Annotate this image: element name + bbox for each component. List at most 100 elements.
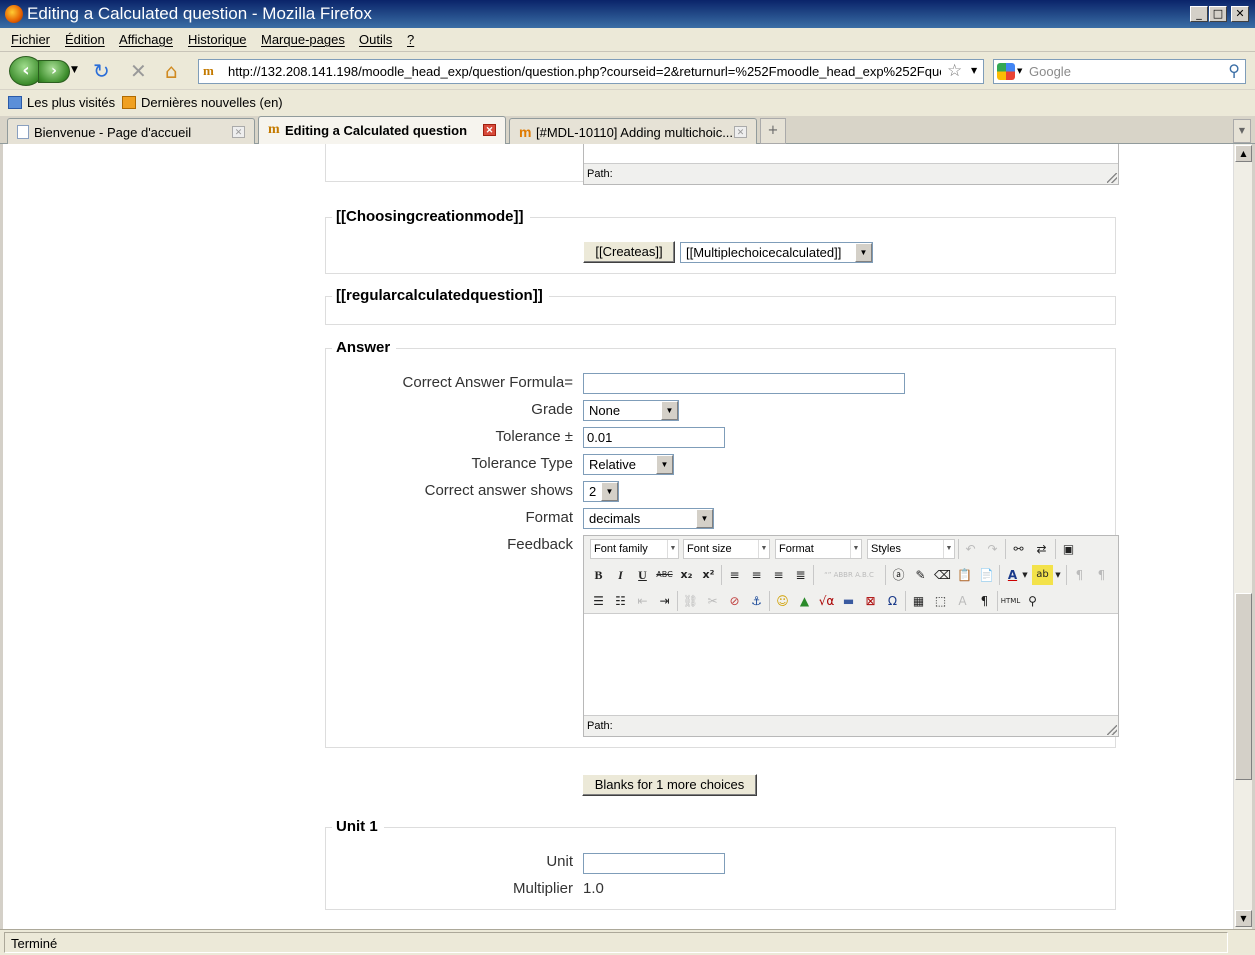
url-bar[interactable]: m http://132.208.141.198/moodle_head_exp… — [198, 59, 984, 84]
tab-close-icon[interactable]: ✕ — [232, 126, 245, 138]
chevron-down-icon[interactable]: ▼ — [601, 482, 618, 501]
html-source-icon[interactable]: HTML — [1000, 591, 1021, 611]
format-block-select[interactable]: Format ▼ — [775, 539, 862, 559]
cleanup-icon[interactable]: ✎ — [910, 565, 931, 585]
subscript-icon[interactable]: x₂ — [676, 565, 697, 585]
menu-edition[interactable]: Édition — [65, 32, 105, 47]
align-right-icon[interactable]: ≡ — [768, 565, 789, 585]
search-input[interactable]: Google — [1029, 64, 1071, 79]
create-as-button[interactable]: [[Createas]] — [583, 241, 675, 263]
url-dropdown-icon[interactable]: ▼ — [971, 66, 977, 75]
font-size-select[interactable]: Font size ▼ — [683, 539, 770, 559]
google-icon[interactable] — [997, 63, 1015, 80]
chevron-down-icon[interactable]: ▼ — [850, 540, 861, 558]
tab-list-dropdown-icon[interactable]: ▼ — [1233, 119, 1251, 143]
unit-input[interactable] — [583, 853, 725, 874]
undo-icon[interactable]: ↶ — [960, 539, 981, 559]
formula-input[interactable] — [583, 373, 905, 394]
tab-close-icon[interactable]: ✕ — [734, 126, 747, 138]
chevron-down-icon[interactable]: ▼ — [696, 509, 713, 528]
indent-icon[interactable]: ⇥ — [654, 591, 675, 611]
chevron-down-icon[interactable]: ▼ — [667, 540, 678, 558]
maximize-button[interactable]: □ — [1209, 6, 1227, 22]
paste-word-icon[interactable]: 📄 — [976, 565, 997, 585]
bookmark-star-icon[interactable]: ☆ — [947, 61, 962, 81]
menu-help[interactable]: ? — [407, 32, 414, 47]
question-type-select[interactable]: [[Multiplechoicecalculated]] ▼ — [680, 242, 873, 263]
search-icon[interactable]: ⚲ — [1228, 61, 1240, 80]
url-text[interactable]: http://132.208.141.198/moodle_head_exp/q… — [228, 64, 941, 79]
show-blocks-icon[interactable]: ¶ — [974, 591, 995, 611]
align-justify-icon[interactable]: ≣ — [790, 565, 811, 585]
history-dropdown-icon[interactable]: ▼ — [71, 65, 78, 75]
unlink-icon[interactable]: ✂ — [702, 591, 723, 611]
new-tab-icon[interactable]: + — [760, 118, 786, 144]
chevron-down-icon[interactable]: ▼ — [758, 540, 769, 558]
italic-icon[interactable]: I — [610, 565, 631, 585]
anchor-icon[interactable]: ⚓ — [746, 591, 767, 611]
menu-historique[interactable]: Historique — [188, 32, 247, 47]
image-icon[interactable]: ▲ — [794, 591, 815, 611]
horizontal-rule-icon[interactable]: ▬ — [838, 591, 859, 611]
preview-icon[interactable]: ⚲ — [1022, 591, 1043, 611]
background-color-icon[interactable]: ab — [1032, 565, 1053, 585]
bookmark-latest-news[interactable]: Dernières nouvelles (en) — [122, 95, 283, 110]
numbered-list-icon[interactable]: ☷ — [610, 591, 631, 611]
tolerance-input[interactable]: 0.01 — [583, 427, 725, 448]
underline-icon[interactable]: U — [632, 565, 653, 585]
outdent-icon[interactable]: ⇤ — [632, 591, 653, 611]
search-bar[interactable]: ▼ Google ⚲ — [993, 59, 1246, 84]
rtl-icon[interactable]: ¶ — [1091, 565, 1112, 585]
tab-bienvenue[interactable]: Bienvenue - Page d'accueil ✕ — [7, 118, 255, 144]
grade-select[interactable]: None ▼ — [583, 400, 679, 421]
scroll-up-icon[interactable]: ▲ — [1235, 145, 1252, 162]
strikethrough-icon[interactable]: ABC — [654, 565, 675, 585]
spellcheck-icon[interactable]: ⓐ — [888, 565, 909, 585]
stop-icon[interactable]: ✕ — [130, 61, 147, 81]
bold-icon[interactable]: B — [588, 565, 609, 585]
style-props-icon[interactable]: A — [952, 591, 973, 611]
vertical-scrollbar[interactable]: ▲ ▼ — [1233, 144, 1252, 929]
minimize-button[interactable]: _ — [1190, 6, 1208, 22]
reload-icon[interactable]: ↻ — [93, 61, 110, 81]
scroll-down-icon[interactable]: ▼ — [1235, 910, 1252, 927]
menu-fichier[interactable]: Fichier — [11, 32, 50, 47]
link-icon[interactable]: ⛓ — [680, 591, 701, 611]
cite-abbr-acronym-icons[interactable]: “” ABBR A.B.C — [816, 565, 882, 585]
menu-outils[interactable]: Outils — [359, 32, 392, 47]
styles-select[interactable]: Styles ▼ — [867, 539, 955, 559]
editor-resize-handle[interactable] — [1107, 173, 1117, 183]
correct-answer-shows-select[interactable]: 2 ▼ — [583, 481, 619, 502]
remove-format-icon[interactable]: ⌫ — [932, 565, 953, 585]
emoticon-icon[interactable]: ☺ — [772, 591, 793, 611]
tab-mdl-10110[interactable]: m [#MDL-10110] Adding multichoic... ✕ — [509, 118, 757, 144]
search-engine-dropdown-icon[interactable]: ▼ — [1017, 67, 1022, 75]
home-icon[interactable]: ⌂ — [165, 61, 178, 81]
paste-text-icon[interactable]: 📋 — [954, 565, 975, 585]
equation-icon[interactable]: √α — [816, 591, 837, 611]
fullscreen-icon[interactable]: ▣ — [1058, 539, 1079, 559]
menu-affichage[interactable]: Affichage — [119, 32, 173, 47]
tab-editing-calculated[interactable]: m Editing a Calculated question ✕ — [258, 116, 506, 145]
chevron-down-icon[interactable]: ▼ — [656, 455, 673, 474]
visual-aid-icon[interactable]: ⬚ — [930, 591, 951, 611]
tab-close-icon[interactable]: ✕ — [483, 124, 496, 136]
align-center-icon[interactable]: ≡ — [746, 565, 767, 585]
forward-arrow-icon[interactable]: › — [38, 60, 70, 83]
chevron-down-icon[interactable]: ▼ — [661, 401, 678, 420]
bullet-list-icon[interactable]: ☰ — [588, 591, 609, 611]
find-replace-icon[interactable]: ⇄ — [1031, 539, 1052, 559]
menu-marque-pages[interactable]: Marque-pages — [261, 32, 345, 47]
tolerance-type-select[interactable]: Relative ▼ — [583, 454, 674, 475]
format-select[interactable]: decimals ▼ — [583, 508, 714, 529]
bookmark-most-visited[interactable]: Les plus visités — [8, 95, 115, 110]
close-window-button[interactable]: ✕ — [1231, 6, 1249, 22]
nolink-icon[interactable]: ⊘ — [724, 591, 745, 611]
table-icon[interactable]: ▦ — [908, 591, 929, 611]
redo-icon[interactable]: ↷ — [982, 539, 1003, 559]
chevron-down-icon[interactable]: ▼ — [1053, 565, 1063, 585]
ltr-icon[interactable]: ¶ — [1069, 565, 1090, 585]
blanks-more-choices-button[interactable]: Blanks for 1 more choices — [582, 774, 757, 796]
font-family-select[interactable]: Font family ▼ — [590, 539, 679, 559]
chevron-down-icon[interactable]: ▼ — [1020, 565, 1030, 585]
